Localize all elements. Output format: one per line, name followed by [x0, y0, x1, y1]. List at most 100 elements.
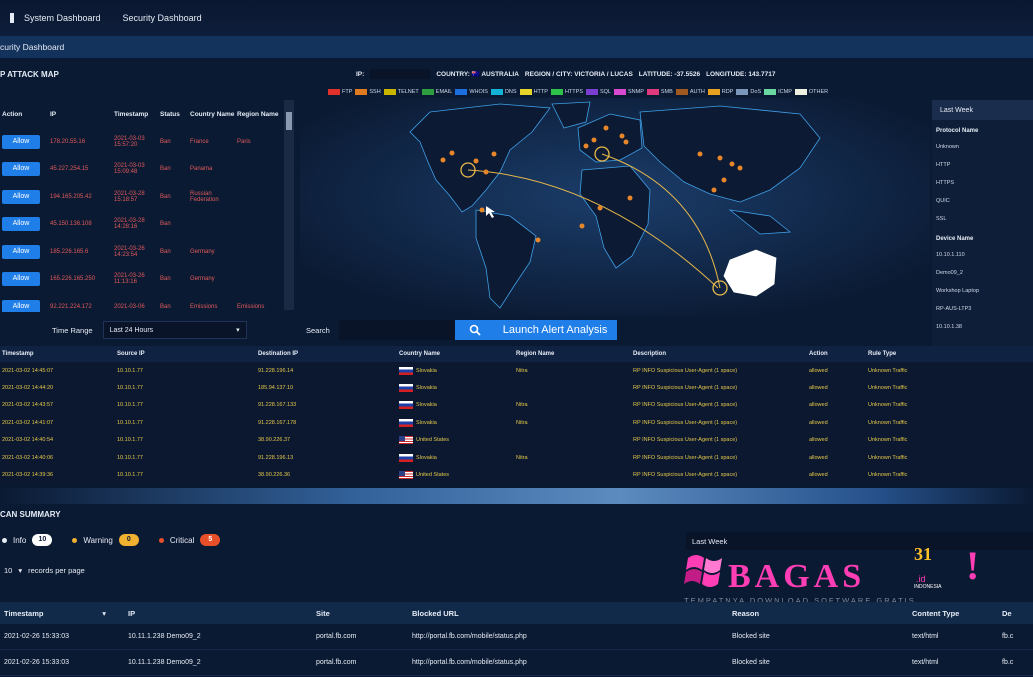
critical-label[interactable]: Critical	[170, 536, 194, 545]
time-range-select[interactable]: Last 24 Hours ▾	[102, 321, 247, 339]
col-bl-de[interactable]: De	[1002, 609, 1033, 618]
col-bl-ip[interactable]: IP	[112, 609, 300, 618]
world-attack-map[interactable]	[300, 98, 930, 316]
table-row[interactable]: 2021-03-02 14:45:07 10.10.1.77 91.228.196.…	[0, 362, 1033, 379]
device-item[interactable]: Workshop Laptop	[932, 282, 1033, 300]
legend-item[interactable]: SMB	[646, 89, 673, 95]
row-description: RP INFO Suspicious User-Agent (1 space)	[633, 402, 738, 409]
nav-system-dashboard[interactable]: System Dashboard	[10, 13, 101, 23]
table-row[interactable]: 2021-03-02 14:41:07 10.10.1.77 91.228.167.…	[0, 414, 1033, 431]
allow-button[interactable]: Allow	[2, 134, 40, 149]
critical-count-badge: 5	[200, 534, 221, 546]
warning-count-badge: 0	[118, 534, 139, 546]
legend-label: WHOIS	[469, 89, 488, 95]
country-flag-icon	[399, 366, 413, 375]
attack-table-scrollbar[interactable]	[284, 100, 294, 310]
legend-item[interactable]: DoS	[736, 89, 761, 95]
search-button[interactable]	[454, 320, 495, 340]
legend-item[interactable]: AUTH	[675, 89, 705, 95]
table-row[interactable]: Allow 185.226.165.6 2021-03-26 14:23:54 Ban…	[0, 238, 296, 266]
scrollbar-thumb[interactable]	[286, 112, 292, 130]
device-item[interactable]: RP-AUS-LTP3	[932, 300, 1033, 318]
row-region: Emissions	[237, 303, 265, 310]
legend-item[interactable]: RDP	[707, 89, 733, 95]
table-row[interactable]: Allow 194.165.205.42 2021-03-28 15:18:57 Ba…	[0, 183, 296, 211]
table-row[interactable]: Allow 45.227.254.15 2021-03-03 15:09:48 Ban…	[0, 156, 296, 184]
legend-item[interactable]: FTP	[328, 89, 352, 95]
sort-down-icon: ▾	[102, 608, 106, 618]
protocol-item[interactable]: QUIC	[932, 192, 1033, 210]
device-item[interactable]: 10.10.1.38	[932, 318, 1033, 336]
legend-item[interactable]: ICMP	[764, 89, 792, 95]
row-description: RP INFO Suspicious User-Agent (1 space)	[633, 454, 738, 461]
table-row[interactable]: Allow 92.221.224.172 2021-03-06 Ban Emission…	[0, 293, 296, 312]
table-row[interactable]: Allow 178.20.55.16 2021-03-03 15:57:20 Ban F…	[0, 128, 296, 156]
col-bl-reason[interactable]: Reason	[732, 609, 912, 618]
ip-info-strip: IP: COUNTRY: 🇦🇺 AUSTRALIA REGION / CITY:…	[350, 69, 775, 79]
row-timestamp: 2021-03-02 14:45:07	[2, 367, 54, 374]
table-row[interactable]: Allow 45.150.136.108 2021-03-28 14:28:16 Ba…	[0, 211, 296, 239]
legend-item[interactable]: DNS	[490, 89, 517, 95]
legend-item[interactable]: SSH	[355, 89, 381, 95]
info-label[interactable]: Info	[13, 536, 26, 545]
row-country: Slovakia	[399, 418, 516, 427]
last-week-header[interactable]: Last Week	[932, 100, 1033, 120]
allow-button[interactable]: Allow	[2, 162, 40, 177]
row-ts: 2021-03-28 14:28:16	[114, 218, 145, 231]
section-divider	[0, 488, 1033, 504]
table-row[interactable]: 2021-02-26 15:33:03 10.11.1.238 Demo09_2 p…	[0, 650, 1033, 676]
legend-item[interactable]: HTTP	[519, 89, 548, 95]
table-row[interactable]: 2021-03-02 14:40:54 10.10.1.77 38.90.226.3…	[0, 432, 1033, 449]
protocol-item[interactable]: SSL	[932, 210, 1033, 228]
legend-label: HTTPS	[564, 89, 583, 95]
windows-flag-logo-icon	[684, 555, 722, 587]
allow-button[interactable]: Allow	[2, 189, 40, 204]
nav-security-dashboard[interactable]: Security Dashboard	[123, 13, 202, 23]
legend-label: EMAIL	[435, 89, 453, 95]
row-ip: 185.226.165.6	[50, 248, 89, 255]
legend-item[interactable]: SNMP	[614, 89, 644, 95]
col-country: Country Name	[190, 110, 235, 118]
table-row[interactable]: 2021-03-02 14:43:57 10.10.1.77 91.228.167.…	[0, 397, 1033, 414]
row-action: Allow	[0, 272, 50, 287]
search-control: Search Launch Alert Analysis	[306, 320, 618, 340]
device-item[interactable]: Demo09_2	[932, 264, 1033, 282]
col-bl-url[interactable]: Blocked URL	[412, 609, 732, 618]
row-region: Nitra	[516, 419, 528, 426]
col-ev-rule-type: Rule Type	[868, 351, 897, 357]
protocol-item[interactable]: HTTP	[932, 156, 1033, 174]
col-bl-site[interactable]: Site	[300, 609, 412, 618]
table-row[interactable]: 2021-03-02 14:40:06 10.10.1.77 91.228.196.…	[0, 449, 1033, 466]
allow-button[interactable]: Allow	[2, 217, 40, 232]
events-table-header: Timestamp Source IP Destination IP Count…	[0, 346, 1033, 362]
country-flag-icon	[399, 384, 413, 393]
search-input[interactable]	[338, 320, 455, 340]
row-url: http://portal.fb.com/mobile/status.php	[412, 633, 527, 640]
row-region: Nitra	[516, 454, 528, 461]
protocol-item[interactable]: HTTPS	[932, 174, 1033, 192]
warning-label[interactable]: Warning	[83, 536, 113, 545]
allow-button[interactable]: Allow	[2, 272, 40, 287]
row-timestamp: 2021-03-02 14:41:07	[2, 419, 54, 426]
row-region: Nitra	[516, 367, 528, 374]
per-page-select[interactable]: 10	[4, 566, 12, 575]
allow-button[interactable]: Allow	[2, 299, 40, 312]
device-item[interactable]: 10.10.1.110	[932, 246, 1033, 264]
legend-item[interactable]: HTTPS	[550, 89, 583, 95]
table-row[interactable]: 2021-03-02 14:39:36 10.10.1.77 38.90.226.3…	[0, 466, 1033, 483]
col-bl-timestamp[interactable]: Timestamp ▾	[0, 609, 112, 618]
launch-alert-analysis-button[interactable]: Launch Alert Analysis	[494, 320, 618, 340]
table-row[interactable]: Allow 165.226.165.250 2021-03-26 11:13:16 B…	[0, 266, 296, 294]
allow-button[interactable]: Allow	[2, 244, 40, 259]
time-range-label: Time Range	[52, 325, 93, 335]
legend-item[interactable]: EMAIL	[421, 89, 453, 95]
table-row[interactable]: 2021-03-02 14:44:20 10.10.1.77 185.94.137.…	[0, 379, 1033, 396]
legend-item[interactable]: TELNET	[383, 89, 419, 95]
protocol-item[interactable]: Unknown	[932, 138, 1033, 156]
watermark-exclamation: !	[966, 543, 980, 588]
legend-item[interactable]: OTHER	[794, 89, 828, 95]
legend-item[interactable]: SQL	[585, 89, 611, 95]
col-bl-content-type[interactable]: Content Type	[912, 609, 1002, 618]
table-row[interactable]: 2021-02-26 15:33:03 10.11.1.238 Demo09_2 p…	[0, 624, 1033, 650]
legend-item[interactable]: WHOIS	[455, 89, 488, 95]
